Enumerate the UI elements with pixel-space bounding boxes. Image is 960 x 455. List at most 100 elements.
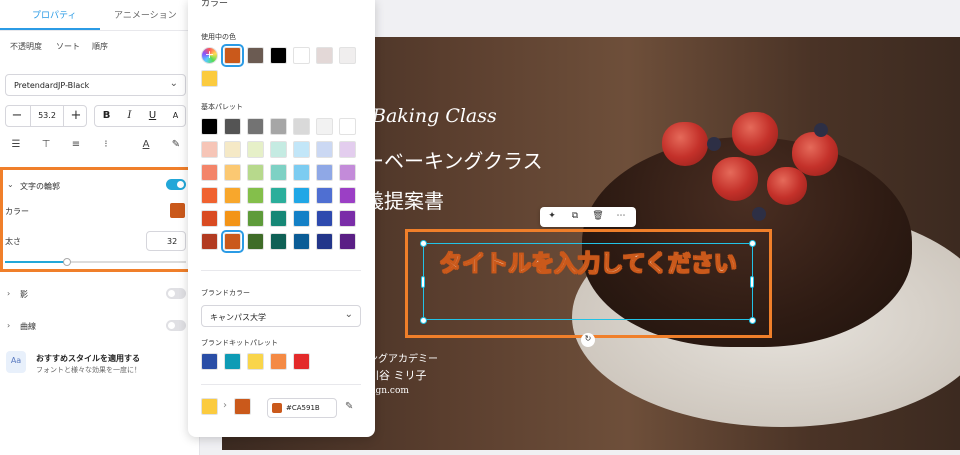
resize-handle[interactable] xyxy=(420,240,427,247)
palette-swatch[interactable] xyxy=(316,210,333,227)
eyedropper-icon[interactable]: ✎ xyxy=(345,401,353,412)
chevron-up-icon[interactable]: ⌃ xyxy=(348,0,356,7)
magic-wand-icon[interactable]: ✦ xyxy=(541,211,563,221)
used-color-swatch[interactable] xyxy=(293,47,310,64)
palette-swatch[interactable] xyxy=(270,164,287,181)
palette-swatch[interactable] xyxy=(339,118,356,135)
palette-swatch[interactable] xyxy=(247,233,264,250)
palette-swatch[interactable] xyxy=(201,118,218,135)
chevron-down-icon[interactable]: ⌄ xyxy=(7,180,14,189)
used-color-swatch[interactable] xyxy=(201,70,218,87)
line-spacing-icon[interactable]: ≡ xyxy=(66,139,86,150)
tab-animation[interactable]: アニメーション xyxy=(114,8,177,21)
brand-kit-swatch[interactable] xyxy=(270,353,287,370)
slider-handle[interactable] xyxy=(62,258,71,266)
side-handle[interactable] xyxy=(750,276,754,288)
palette-swatch[interactable] xyxy=(339,233,356,250)
outline-toggle[interactable] xyxy=(166,179,186,190)
palette-swatch[interactable] xyxy=(339,210,356,227)
used-color-swatch[interactable] xyxy=(247,47,264,64)
bold-button[interactable]: B xyxy=(95,110,118,121)
title-text[interactable]: タイトルを入力してください xyxy=(423,248,753,280)
subtab-opacity[interactable]: 不透明度 xyxy=(10,41,42,52)
palette-swatch[interactable] xyxy=(270,187,287,204)
footer-line-1[interactable]: ングアカデミー xyxy=(368,350,438,365)
underline-button[interactable]: U xyxy=(141,110,164,121)
palette-swatch[interactable] xyxy=(293,141,310,158)
font-size-stepper[interactable]: − 53.2 + xyxy=(5,105,87,127)
palette-swatch[interactable] xyxy=(293,164,310,181)
used-color-swatch[interactable] xyxy=(221,44,244,67)
hex-color-input[interactable]: #CA591B xyxy=(267,398,337,418)
palette-swatch[interactable] xyxy=(339,164,356,181)
trash-icon[interactable]: 🗑 xyxy=(587,211,609,221)
outline-width-slider[interactable] xyxy=(5,258,186,266)
palette-swatch[interactable] xyxy=(224,210,241,227)
outline-width-input[interactable]: 32 xyxy=(146,231,186,251)
palette-swatch[interactable] xyxy=(224,187,241,204)
palette-swatch[interactable] xyxy=(247,210,264,227)
side-handle[interactable] xyxy=(421,276,425,288)
palette-swatch[interactable] xyxy=(224,164,241,181)
palette-swatch[interactable] xyxy=(247,118,264,135)
text-color-icon[interactable]: A xyxy=(136,139,156,150)
rotate-icon[interactable]: ↻ xyxy=(581,333,595,347)
palette-swatch[interactable] xyxy=(316,118,333,135)
outline-color-swatch[interactable] xyxy=(170,203,185,218)
used-color-swatch[interactable] xyxy=(316,47,333,64)
brand-kit-swatch[interactable] xyxy=(247,353,264,370)
palette-swatch[interactable] xyxy=(224,118,241,135)
italic-button[interactable]: I xyxy=(118,110,141,121)
minus-icon[interactable]: − xyxy=(7,108,27,123)
recommended-style-banner[interactable]: Aa おすすめスタイルを適用する フォントと様々な効果を一度に！ xyxy=(0,345,200,385)
palette-swatch[interactable] xyxy=(247,187,264,204)
current-color-swatch[interactable] xyxy=(234,398,251,415)
palette-swatch[interactable] xyxy=(270,118,287,135)
font-family-select[interactable]: PretendardJP-Black ⌄ xyxy=(5,74,186,96)
brand-kit-swatch[interactable] xyxy=(224,353,241,370)
vertical-align-top-icon[interactable]: ⊤ xyxy=(36,139,56,150)
heading-line-2[interactable]: 義提案書 xyxy=(364,185,444,214)
shadow-toggle[interactable] xyxy=(166,288,186,299)
more-icon[interactable]: ⋯ xyxy=(610,211,632,221)
palette-swatch[interactable] xyxy=(316,187,333,204)
heading-line-1[interactable]: ーベーキングクラス xyxy=(364,145,543,174)
palette-swatch[interactable] xyxy=(339,187,356,204)
add-color-icon[interactable]: + xyxy=(201,47,218,64)
script-title[interactable]: Baking Class xyxy=(372,105,497,127)
palette-swatch[interactable] xyxy=(247,141,264,158)
palette-swatch[interactable] xyxy=(201,210,218,227)
palette-swatch[interactable] xyxy=(293,187,310,204)
text-effect-button[interactable]: A xyxy=(164,111,187,120)
palette-swatch[interactable] xyxy=(201,187,218,204)
palette-swatch[interactable] xyxy=(293,118,310,135)
brand-kit-swatch[interactable] xyxy=(293,353,310,370)
chevron-right-icon[interactable]: › xyxy=(7,289,10,298)
subtab-order[interactable]: 順序 xyxy=(92,41,108,52)
used-color-swatch[interactable] xyxy=(339,47,356,64)
palette-swatch[interactable] xyxy=(201,164,218,181)
palette-swatch[interactable] xyxy=(201,233,218,250)
palette-swatch[interactable] xyxy=(224,141,241,158)
footer-line-2[interactable]: 川谷 ミリ子 xyxy=(368,367,427,383)
palette-swatch[interactable] xyxy=(270,141,287,158)
previous-color-swatch[interactable] xyxy=(201,398,218,415)
font-size-value[interactable]: 53.2 xyxy=(30,106,64,126)
palette-swatch[interactable] xyxy=(339,141,356,158)
resize-handle[interactable] xyxy=(749,317,756,324)
palette-swatch[interactable] xyxy=(221,230,244,253)
palette-swatch[interactable] xyxy=(201,141,218,158)
palette-swatch[interactable] xyxy=(247,164,264,181)
resize-handle[interactable] xyxy=(420,317,427,324)
chevron-right-icon[interactable]: › xyxy=(7,321,10,330)
palette-swatch[interactable] xyxy=(270,210,287,227)
palette-swatch[interactable] xyxy=(316,141,333,158)
highlight-icon[interactable]: ✎ xyxy=(166,139,186,150)
subtab-sort[interactable]: ソート xyxy=(56,41,80,52)
resize-handle[interactable] xyxy=(749,240,756,247)
plus-icon[interactable]: + xyxy=(66,108,86,123)
palette-swatch[interactable] xyxy=(293,233,310,250)
palette-swatch[interactable] xyxy=(270,233,287,250)
align-center-icon[interactable]: ☰ xyxy=(6,139,26,150)
duplicate-icon[interactable]: ⧉ xyxy=(564,211,586,221)
